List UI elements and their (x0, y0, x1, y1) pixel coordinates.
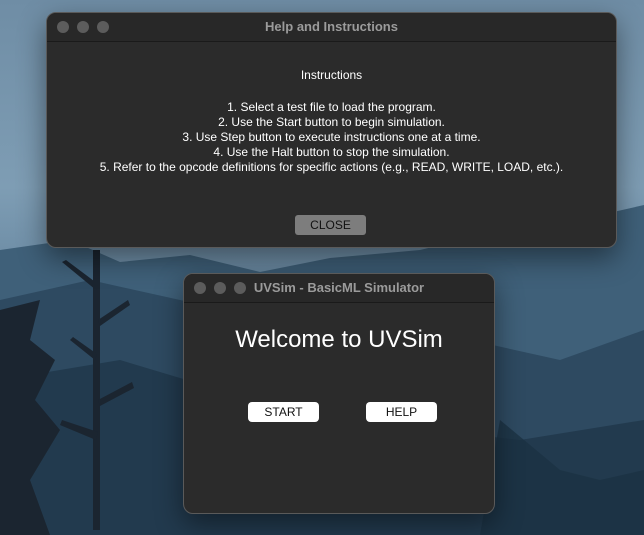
instructions-list: 1. Select a test file to load the progra… (47, 100, 616, 175)
instruction-item: 2. Use the Start button to begin simulat… (218, 115, 445, 129)
help-window-titlebar[interactable]: Help and Instructions (47, 13, 616, 42)
help-window-title: Help and Instructions (265, 19, 398, 34)
close-button[interactable]: CLOSE (295, 215, 366, 235)
main-window-titlebar[interactable]: UVSim - BasicML Simulator (184, 274, 494, 303)
welcome-heading: Welcome to UVSim (235, 326, 443, 353)
help-window: Help and Instructions Instructions 1. Se… (46, 12, 617, 248)
start-button[interactable]: START (248, 402, 319, 422)
instruction-item: 5. Refer to the opcode definitions for s… (99, 160, 564, 174)
main-window-title: UVSim - BasicML Simulator (253, 280, 425, 295)
instruction-item: 4. Use the Halt button to stop the simul… (213, 145, 450, 159)
main-window: UVSim - BasicML Simulator Welcome to UVS… (183, 273, 495, 514)
instruction-item: 3. Use Step button to execute instructio… (182, 130, 481, 144)
help-content: Instructions 1. Select a test file to lo… (47, 68, 616, 175)
help-button[interactable]: HELP (366, 402, 437, 422)
instruction-item: 1. Select a test file to load the progra… (227, 100, 436, 114)
instructions-heading: Instructions (300, 68, 363, 82)
